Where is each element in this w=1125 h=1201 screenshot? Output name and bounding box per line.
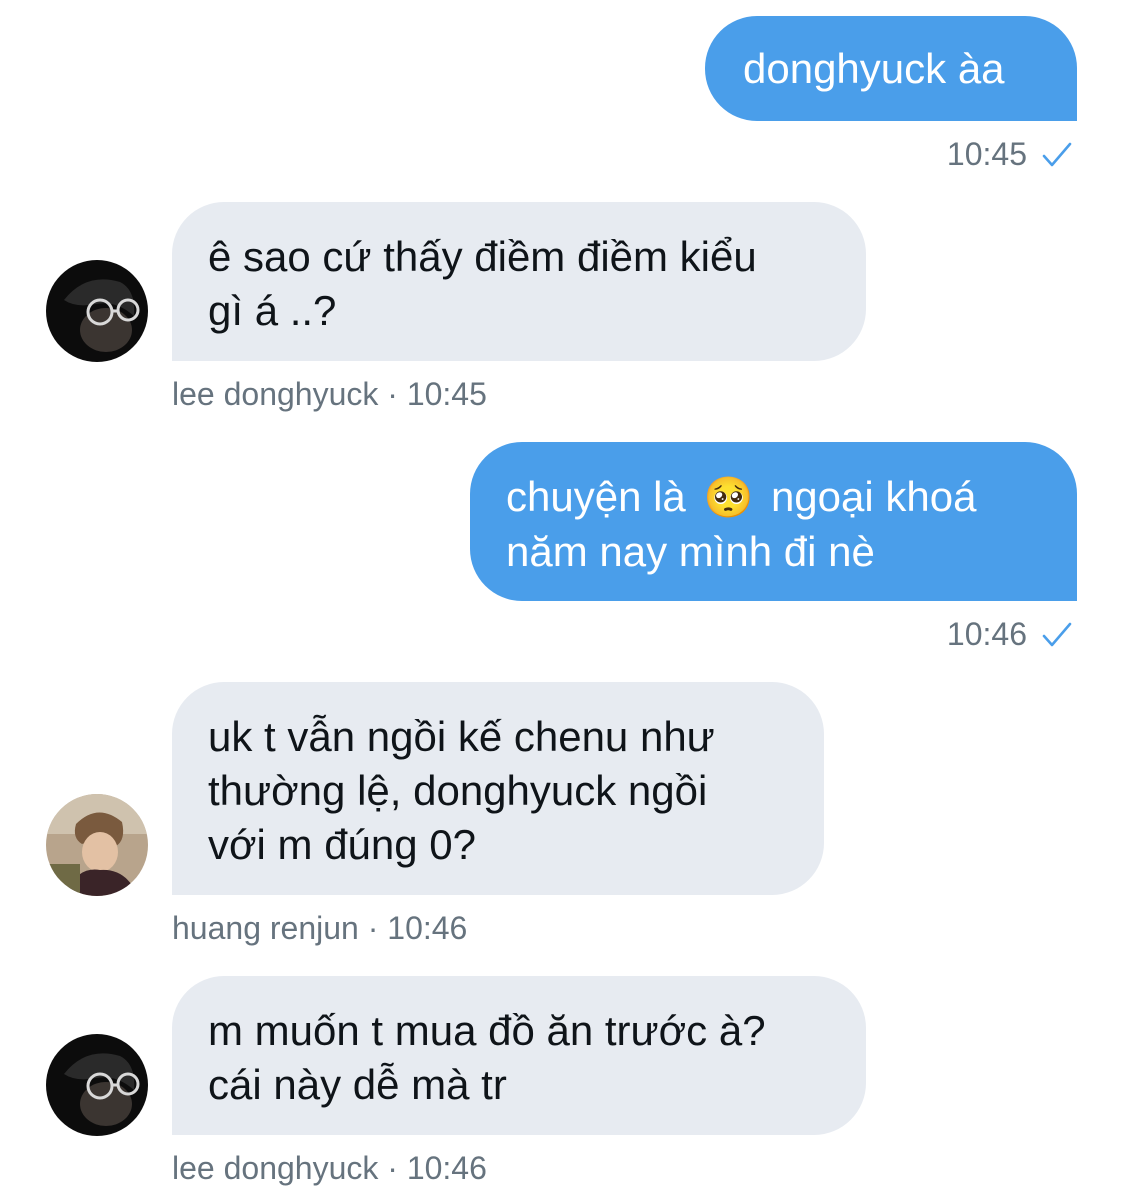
message-sender-time: huang renjun · 10:46	[172, 910, 468, 946]
message-text: donghyuck àa	[743, 45, 1005, 92]
message-text-before-emoji: chuyện là	[506, 473, 686, 520]
outgoing-message-bubble[interactable]: chuyện là 🥺 ngoại khoá năm nay mình đi n…	[470, 442, 1077, 601]
avatar-photo	[46, 794, 148, 896]
message-text: ê sao cứ thấy điềm điềm kiểu gì á ..?	[208, 233, 757, 334]
pleading-face-emoji: 🥺	[703, 475, 754, 521]
message-sender-time: lee donghyuck · 10:45	[172, 376, 487, 412]
incoming-message-bubble[interactable]: uk t vẫn ngồi kế chenu như thường lệ, do…	[172, 682, 824, 895]
avatar-huang-renjun[interactable]	[46, 794, 148, 896]
message-sender-time: lee donghyuck · 10:46	[172, 1150, 487, 1186]
message-time: 10:46	[946, 616, 1027, 652]
avatar-photo	[46, 260, 148, 362]
check-icon	[1042, 142, 1072, 166]
outgoing-message-bubble[interactable]: donghyuck àa	[705, 16, 1077, 121]
message-meta: 10:46	[947, 616, 1073, 653]
message-text: m muốn t mua đồ ăn trước à? cái này dễ m…	[208, 1007, 766, 1108]
avatar-lee-donghyuck[interactable]	[46, 260, 148, 362]
avatar-lee-donghyuck[interactable]	[46, 1034, 148, 1136]
message-time: 10:45	[946, 136, 1027, 172]
message-text: uk t vẫn ngồi kế chenu như thường lệ, do…	[208, 713, 715, 868]
incoming-message-bubble[interactable]: ê sao cứ thấy điềm điềm kiểu gì á ..?	[172, 202, 866, 361]
incoming-message-bubble[interactable]: m muốn t mua đồ ăn trước à? cái này dễ m…	[172, 976, 866, 1135]
check-icon	[1042, 622, 1072, 646]
message-meta: 10:45	[947, 136, 1073, 173]
avatar-photo	[46, 1034, 148, 1136]
